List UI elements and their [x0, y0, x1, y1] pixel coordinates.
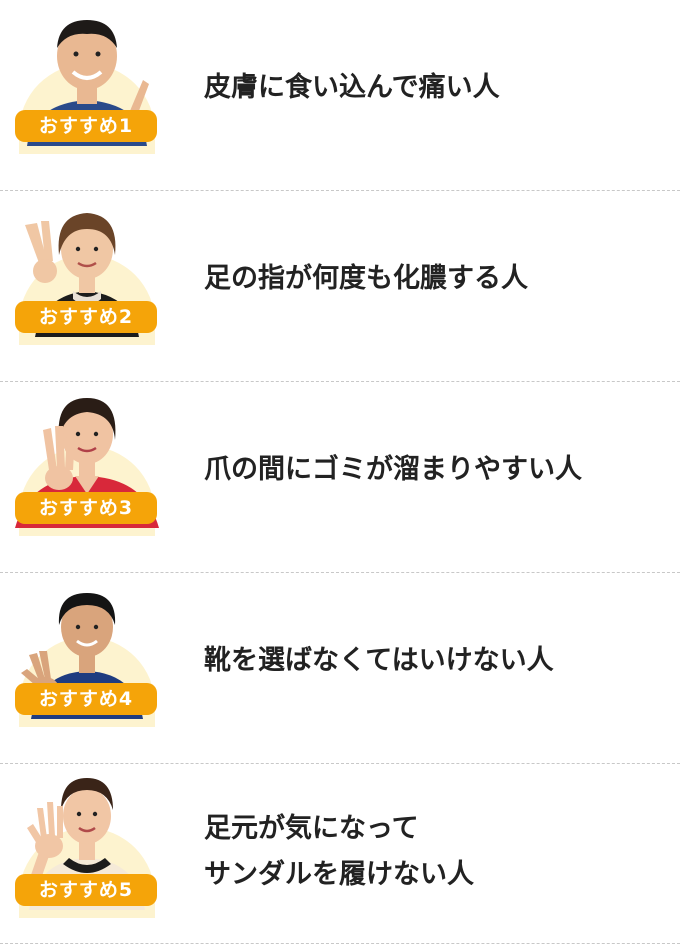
recommendation-item-3: おすすめ3 爪の間にゴミが溜まりやすい人: [0, 382, 680, 573]
recommendation-item-2: おすすめ2 足の指が何度も化膿する人: [0, 191, 680, 382]
recommendation-line: 皮膚に食い込んで痛い人: [204, 72, 500, 103]
recommendation-item-5: おすすめ5 足元が気になって サンダルを履けない人: [0, 764, 680, 944]
recommendation-badge: おすすめ2: [15, 301, 157, 333]
recommendation-item-4: おすすめ4 靴を選ばなくてはいけない人: [0, 573, 680, 764]
recommendation-item-1: おすすめ1 皮膚に食い込んで痛い人: [0, 0, 680, 191]
recommendation-text: 足の指が何度も化膿する人: [204, 191, 674, 367]
recommendation-text: 足元が気になって サンダルを履けない人: [204, 764, 674, 940]
recommendation-line: 靴を選ばなくてはいけない人: [204, 645, 554, 676]
recommendation-line: 足の指が何度も化膿する人: [204, 263, 528, 294]
recommendation-badge: おすすめ5: [15, 874, 157, 906]
recommendation-text: 皮膚に食い込んで痛い人: [204, 0, 674, 176]
recommendation-line: 足元が気になって: [204, 813, 419, 844]
recommendation-line: 爪の間にゴミが溜まりやすい人: [204, 454, 582, 485]
recommendation-badge: おすすめ1: [15, 110, 157, 142]
recommendation-list: おすすめ1 皮膚に食い込んで痛い人 おすすめ2 足の指が何度も化膿する人 おすす…: [0, 0, 680, 944]
recommendation-badge: おすすめ3: [15, 492, 157, 524]
recommendation-text: 爪の間にゴミが溜まりやすい人: [204, 382, 674, 558]
recommendation-line: サンダルを履けない人: [204, 859, 474, 890]
recommendation-text: 靴を選ばなくてはいけない人: [204, 573, 674, 749]
recommendation-badge: おすすめ4: [15, 683, 157, 715]
